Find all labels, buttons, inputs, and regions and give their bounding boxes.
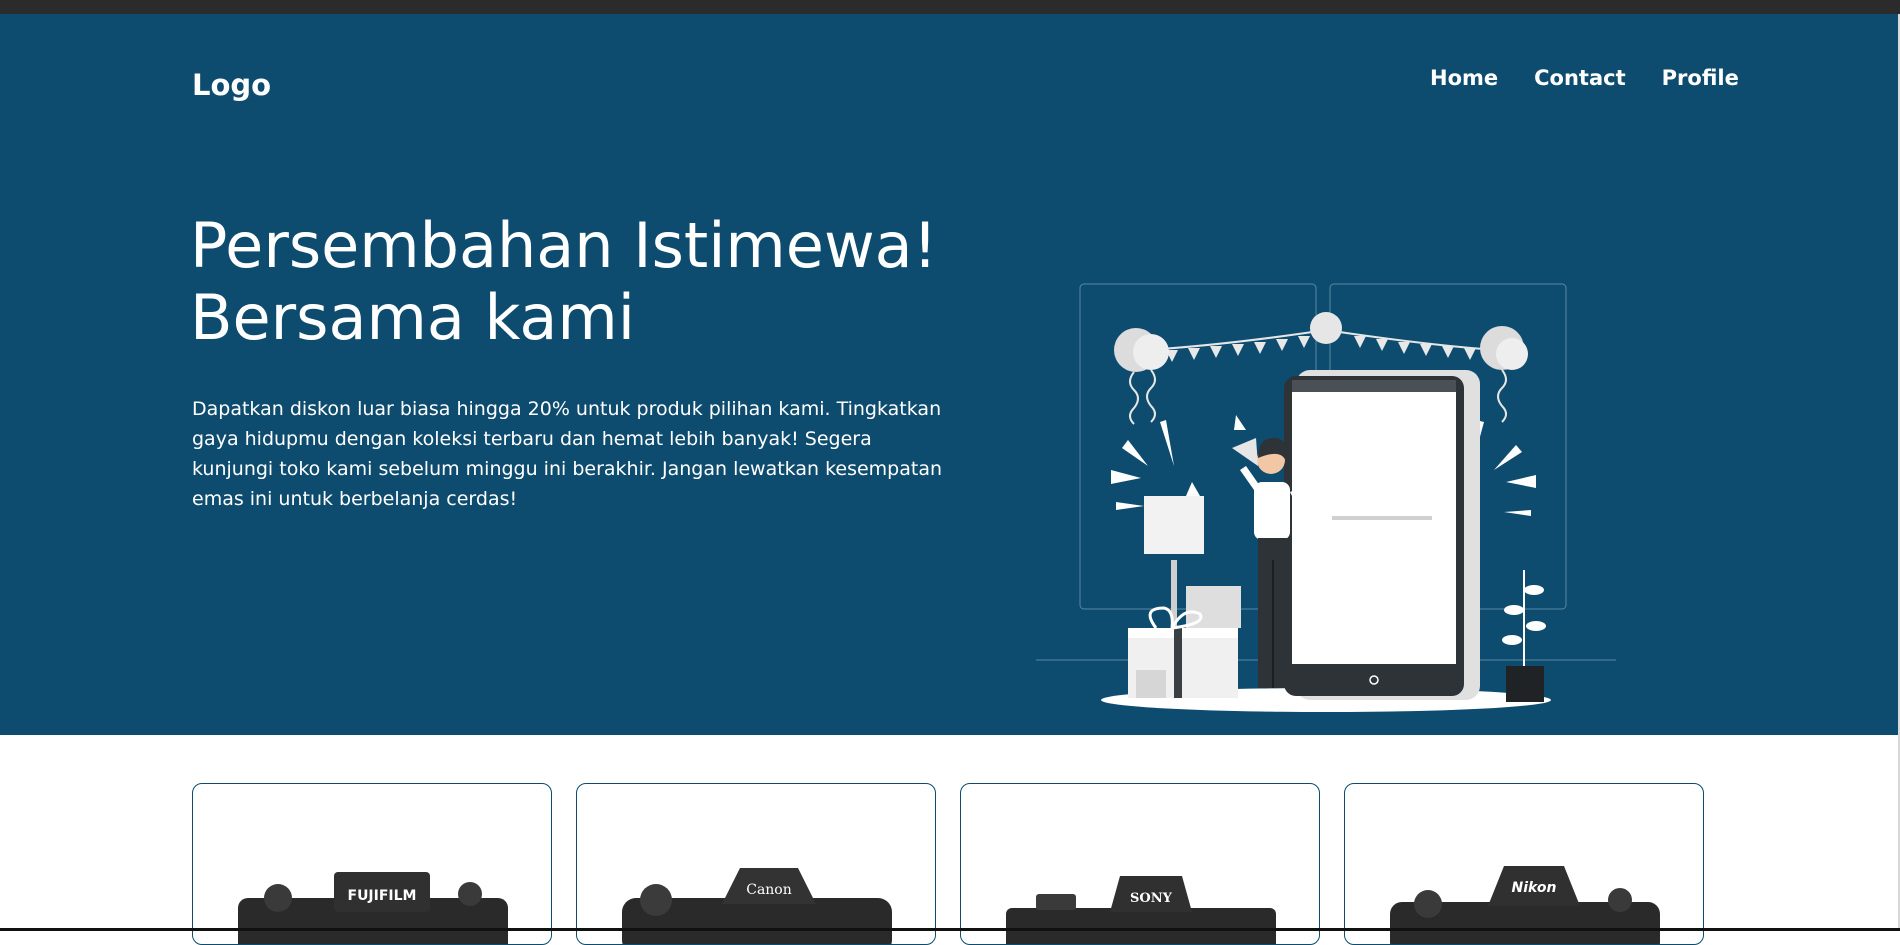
brand-label: Canon (746, 882, 792, 898)
hero-title-line-2: Bersama kami (190, 281, 635, 354)
main-nav: Home Contact Profile (1430, 66, 1739, 90)
product-card-sony[interactable]: SONY (960, 783, 1320, 945)
product-card-canon[interactable]: Canon (576, 783, 936, 945)
hero-description: Dapatkan diskon luar biasa hingga 20% un… (192, 398, 943, 510)
camera-nikon-image: Nikon (1390, 866, 1660, 944)
hero-title-line-1: Persembahan Istimewa! (190, 209, 938, 282)
brand-label: SONY (1130, 891, 1173, 906)
logo[interactable]: Logo (192, 68, 271, 102)
nav-home-link[interactable]: Home (1430, 66, 1498, 90)
promo-illustration (1036, 283, 1616, 712)
camera-canon-image: Canon (622, 868, 892, 944)
brand-label: FUJIFILM (348, 888, 417, 904)
brand-label: Nikon (1512, 880, 1557, 896)
camera-fujifilm-image: FUJIFILM (238, 872, 508, 944)
camera-sony-image: SONY (1006, 876, 1276, 944)
product-card-nikon[interactable]: Nikon (1344, 783, 1704, 945)
product-card-fujifilm[interactable]: FUJIFILM (192, 783, 552, 945)
hero-title: Persembahan Istimewa! Bersama kami (190, 210, 990, 354)
browser-top-strip (0, 0, 1900, 14)
nav-contact-link[interactable]: Contact (1534, 66, 1626, 90)
hero-section: Logo Home Contact Profile Persembahan Is… (0, 14, 1898, 735)
nav-profile-link[interactable]: Profile (1662, 66, 1739, 90)
product-card-row: FUJIFILM Canon SONY Nikon (192, 783, 1704, 945)
